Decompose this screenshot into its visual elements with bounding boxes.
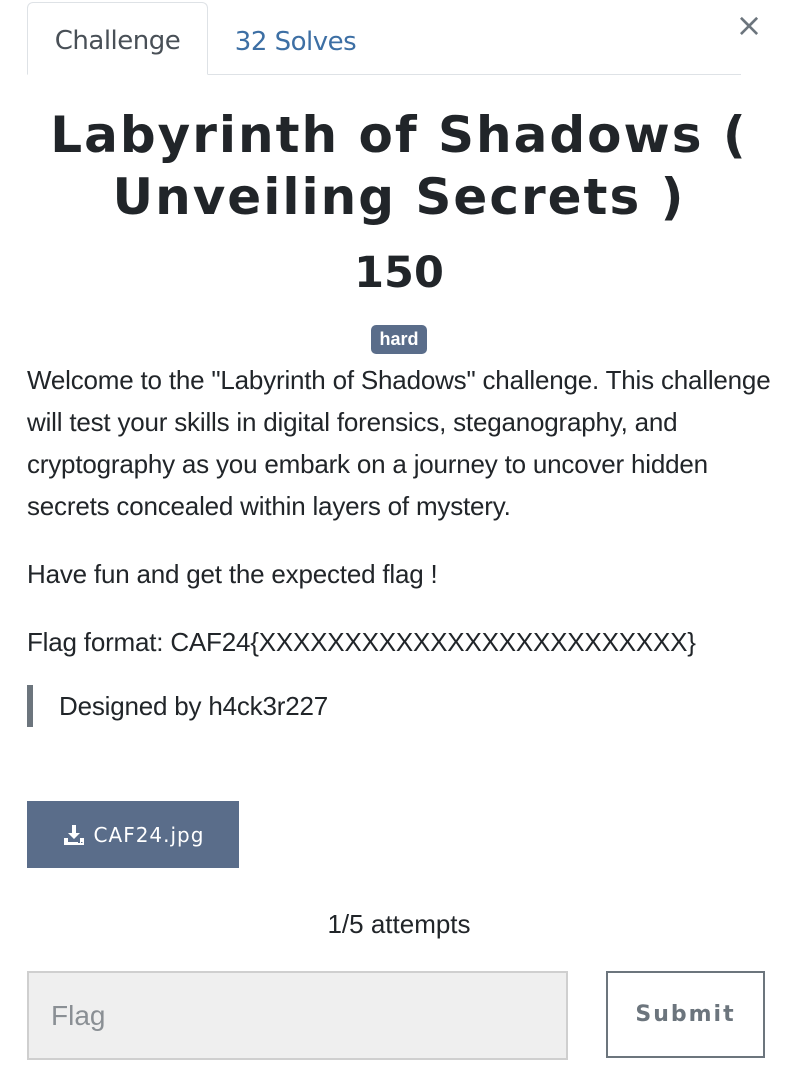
tab-solves[interactable]: 32 Solves	[208, 2, 383, 74]
challenge-points: 150	[354, 248, 444, 298]
tag-container: hard	[0, 325, 798, 354]
tab-challenge[interactable]: Challenge	[27, 2, 208, 75]
close-icon: ×	[735, 6, 763, 44]
download-file-button[interactable]: CAF24.jpg	[27, 801, 239, 868]
tab-challenge-label: Challenge	[54, 25, 181, 56]
flag-format-text: Flag format: CAF24{XXXXXXXXXXXXXXXXXXXXX…	[27, 627, 696, 657]
submit-button[interactable]: Submit	[606, 971, 765, 1058]
challenge-modal: Challenge 32 Solves × Labyrinth of Shado…	[0, 0, 798, 1076]
description-paragraph: Have fun and get the expected flag !	[27, 559, 438, 589]
difficulty-badge: hard	[371, 325, 427, 354]
download-icon	[63, 824, 84, 845]
tab-bar: Challenge 32 Solves	[27, 0, 741, 75]
challenge-title: Labyrinth of Shadows ( Unveiling Secrets…	[50, 106, 748, 226]
designer-blockquote: Designed by h4ck3r227	[27, 685, 772, 727]
attempts-counter: 1/5 attempts	[327, 909, 471, 939]
designer-text: Designed by h4ck3r227	[59, 691, 328, 721]
close-button[interactable]: ×	[734, 6, 764, 44]
flag-input[interactable]	[27, 971, 568, 1060]
description-paragraph: Welcome to the "Labyrinth of Shadows" ch…	[27, 365, 771, 521]
file-name: CAF24.jpg	[93, 822, 205, 847]
challenge-description: Welcome to the "Labyrinth of Shadows" ch…	[27, 359, 772, 727]
tab-solves-label: 32 Solves	[234, 27, 357, 57]
